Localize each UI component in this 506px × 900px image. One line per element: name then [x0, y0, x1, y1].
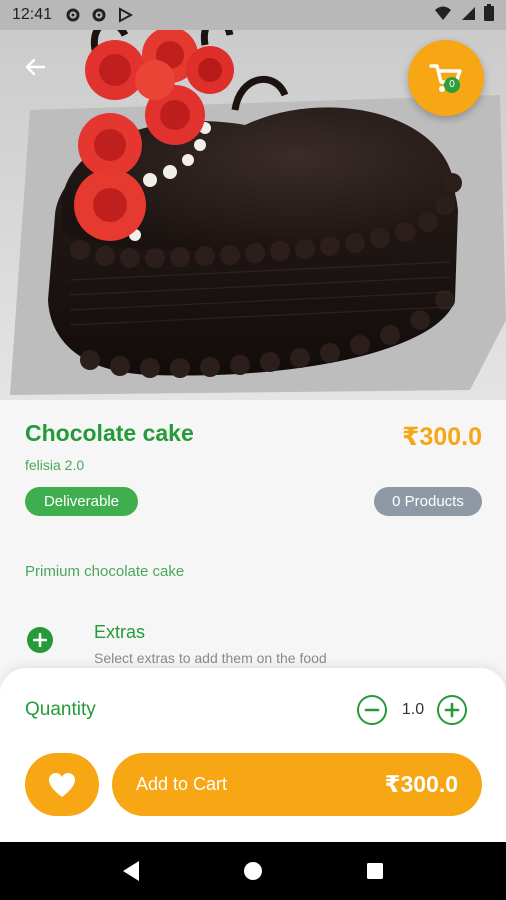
heart-icon — [49, 772, 75, 797]
favorite-button[interactable] — [25, 753, 99, 816]
quantity-decrease-button[interactable] — [357, 695, 387, 725]
product-description: Primium chocolate cake — [25, 563, 185, 580]
wifi-icon — [434, 5, 452, 26]
nav-back-button[interactable] — [116, 856, 146, 886]
cart-count-badge: 0 — [444, 77, 460, 93]
extras-title: Extras — [94, 622, 146, 642]
plus-icon — [33, 633, 47, 647]
triangle-back-icon — [123, 861, 139, 881]
battery-icon — [484, 4, 494, 26]
square-recents-icon — [367, 863, 383, 879]
circle-home-icon — [244, 862, 262, 880]
system-nav-bar — [0, 842, 506, 900]
gear-icon — [64, 6, 82, 24]
status-bar: 12:41 — [0, 0, 506, 30]
arrow-left-icon — [25, 58, 46, 76]
shop-name: felisia 2.0 — [25, 457, 85, 473]
quantity-label: Quantity — [25, 699, 96, 720]
gear-icon — [90, 6, 108, 24]
quantity-value: 1.0 — [401, 701, 425, 718]
add-to-cart-label: Add to Cart — [136, 774, 228, 794]
extras-subtitle: Select extras to add them on the food — [94, 650, 327, 666]
plus-icon — [444, 702, 460, 718]
status-time: 12:41 — [12, 6, 53, 23]
minus-icon — [364, 708, 380, 712]
cart-button[interactable]: 0 — [408, 40, 484, 116]
products-count-badge: 0 Products — [374, 487, 482, 516]
deliverable-badge: Deliverable — [25, 487, 138, 516]
nav-recents-button[interactable] — [360, 856, 390, 886]
back-button[interactable] — [18, 50, 52, 84]
add-to-cart-button[interactable]: Add to Cart ₹300.0 — [112, 753, 482, 816]
extras-add-button[interactable] — [27, 627, 53, 653]
signal-icon — [460, 5, 476, 26]
bottom-action-panel: Quantity 1.0 Add to Cart ₹300.0 — [0, 668, 506, 842]
product-name: Chocolate cake — [25, 420, 194, 446]
play-protect-icon — [116, 6, 134, 24]
quantity-increase-button[interactable] — [437, 695, 467, 725]
add-to-cart-total: ₹300.0 — [384, 771, 458, 797]
product-price: ₹300.0 — [402, 423, 482, 451]
nav-home-button[interactable] — [238, 856, 268, 886]
